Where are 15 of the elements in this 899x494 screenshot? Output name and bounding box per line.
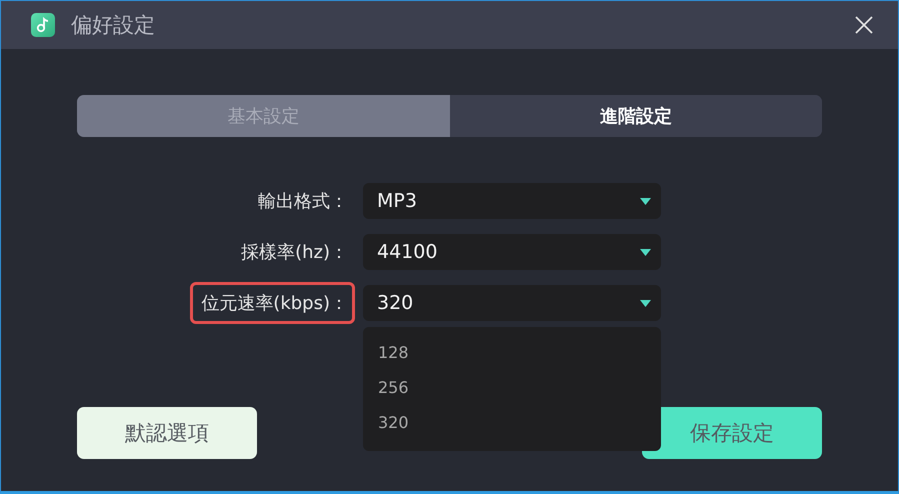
dropdown-arrow-icon [640, 248, 651, 256]
dropdown-option[interactable]: 128 [363, 335, 661, 370]
save-button[interactable]: 保存設定 [642, 407, 822, 459]
dropdown-select[interactable]: 44100 [363, 234, 661, 270]
field-label: 採樣率(hz)： [240, 241, 349, 265]
dropdown-select[interactable]: MP3 [363, 183, 661, 219]
default-button[interactable]: 默認選項 [77, 407, 257, 459]
field-label: 輸出格式： [257, 190, 349, 214]
dropdown-arrow-icon [640, 300, 651, 306]
dropdown-select[interactable]: 320 [363, 285, 661, 321]
music-note-icon [31, 13, 55, 37]
dropdown-arrow-icon [640, 198, 651, 204]
window-title: 偏好設定 [71, 12, 156, 39]
dropdown-option[interactable]: 256 [363, 370, 661, 405]
highlighted-field-label: 位元速率(kbps)： [190, 282, 355, 324]
